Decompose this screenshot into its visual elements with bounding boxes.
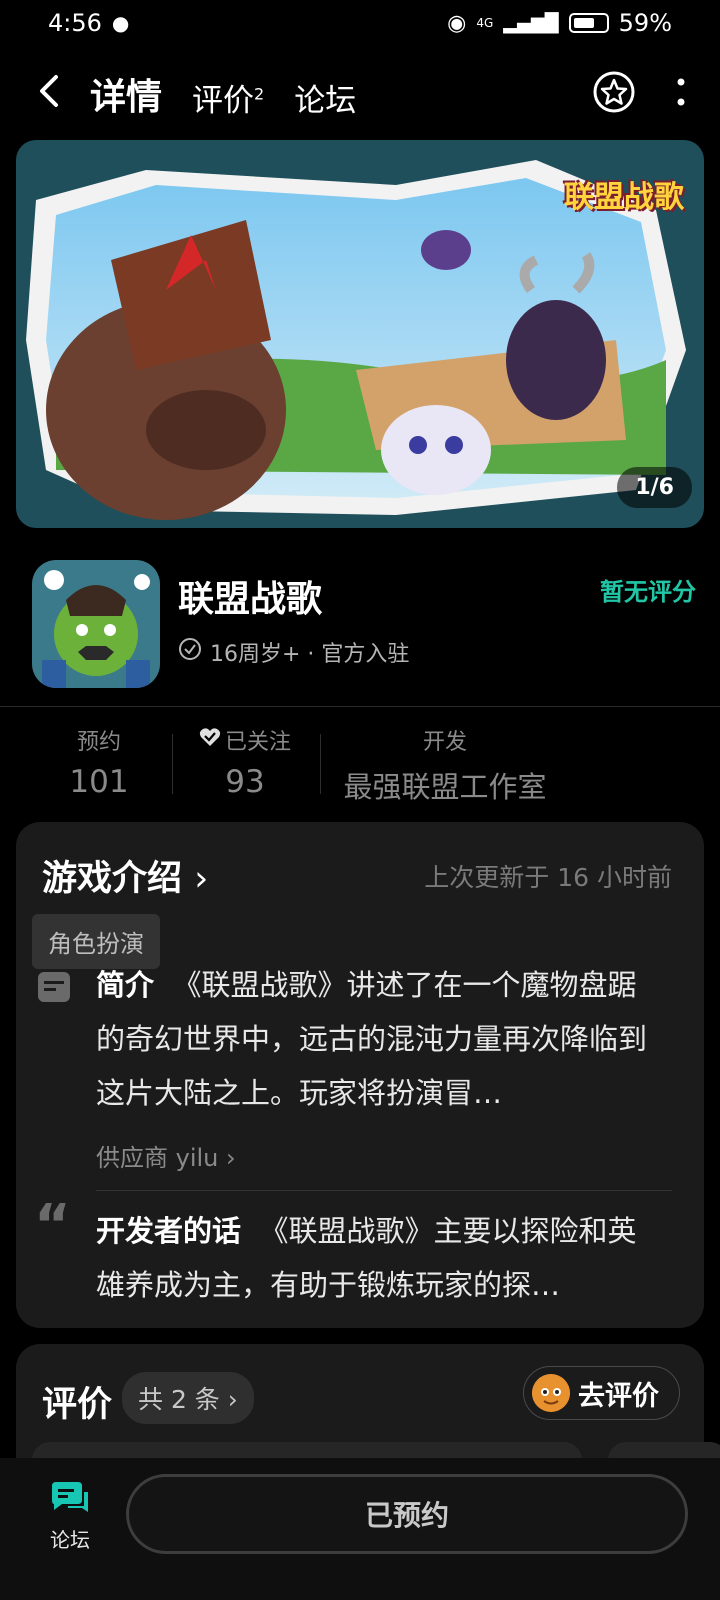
summary-text: 《联盟战歌》讲述了在一个魔物盘踞的奇幻世界中，远古的混沌力量再次降临到这片大陆之…	[96, 968, 648, 1110]
quote-icon: “	[34, 1193, 71, 1258]
status-bar: 4:56 ● ◉ 4G ▂▄▆█ 59%	[0, 0, 720, 46]
stat-value: 93	[225, 764, 265, 800]
network-label: 4G	[476, 16, 494, 30]
stat-developer[interactable]: 开发 最强联盟工作室	[330, 724, 560, 806]
stat-label: 开发	[422, 730, 467, 755]
forum-chat-icon	[48, 1478, 92, 1518]
tab-forum[interactable]: 论坛	[294, 75, 356, 120]
stat-label-row: 已关注	[195, 724, 295, 756]
battery-icon	[568, 13, 609, 33]
rating-label: 暂无评分	[600, 578, 696, 606]
favorite-star-icon[interactable]	[592, 70, 636, 118]
chevron-right-icon: ›	[194, 859, 209, 899]
divider	[96, 1190, 672, 1191]
tab-reviews-label: 评价	[192, 83, 255, 119]
forum-button[interactable]: 论坛	[40, 1478, 100, 1553]
developer-note-paragraph[interactable]: 开发者的话 《联盟战歌》主要以探险和英雄养成为主，有助于锻炼玩家的探…	[96, 1204, 656, 1312]
battery-percent: 59%	[618, 9, 672, 37]
heart-check-icon	[199, 727, 221, 753]
divider	[0, 706, 720, 707]
reserved-button[interactable]: 已预约	[126, 1474, 688, 1554]
stat-label: 已关注	[224, 730, 291, 755]
wechat-icon: ●	[111, 11, 130, 35]
summary-icon	[36, 970, 72, 1006]
supplier-link[interactable]: 供应商 yilu ›	[96, 1138, 236, 1173]
status-time: 4:56	[48, 9, 102, 37]
game-logo: 联盟战歌	[564, 180, 684, 215]
review-count-link[interactable]: 共 2 条 ›	[122, 1372, 254, 1424]
top-navigation: 详情 评价2 论坛	[0, 60, 720, 128]
age-rating-text: 16周岁+ · 官方入驻	[210, 642, 410, 667]
game-app-icon	[32, 560, 160, 688]
chevron-right-icon: ›	[227, 1385, 238, 1414]
bottom-action-bar: 论坛 已预约	[0, 1458, 720, 1600]
avatar	[532, 1374, 570, 1412]
developer-note-label: 开发者的话	[96, 1214, 242, 1248]
game-meta: 16周岁+ · 官方入驻	[178, 636, 409, 668]
game-intro-card: 游戏介绍 › 上次更新于 16 小时前 角色扮演 简介 《联盟战歌》讲述了在一个…	[16, 822, 704, 1328]
carousel-pager: 1/6	[617, 467, 692, 508]
screenshot-carousel[interactable]: 联盟战歌 1/6	[16, 140, 704, 528]
intro-title: 游戏介绍	[42, 859, 183, 899]
review-count: 共 2 条	[138, 1385, 220, 1414]
summary-label: 简介	[96, 968, 155, 1002]
eye-icon: ◉	[447, 10, 467, 36]
chevron-right-icon: ›	[226, 1144, 236, 1172]
game-header: 联盟战歌 16周岁+ · 官方入驻 暂无评分	[32, 560, 696, 690]
supplier-text: 供应商 yilu	[96, 1144, 219, 1172]
last-updated: 上次更新于 16 小时前	[424, 863, 672, 892]
stat-label: 预约	[76, 730, 121, 755]
tab-reviews[interactable]: 评价2	[192, 75, 264, 120]
more-menu-icon[interactable]	[676, 76, 686, 113]
write-review-label: 去评价	[578, 1380, 659, 1412]
verified-check-icon	[178, 637, 202, 667]
tab-details[interactable]: 详情	[85, 68, 167, 122]
back-icon[interactable]	[34, 73, 74, 116]
summary-paragraph[interactable]: 简介 《联盟战歌》讲述了在一个魔物盘踞的奇幻世界中，远古的混沌力量再次降临到这片…	[96, 958, 656, 1120]
stat-separator	[320, 734, 321, 794]
signal-icon: ▂▄▆█	[503, 12, 559, 34]
stat-separator	[172, 734, 173, 794]
stats-row: 预约 101 已关注 93 开发 最强联盟工作室	[0, 724, 720, 804]
stat-followers[interactable]: 已关注 93	[195, 724, 295, 800]
tab-bar: 详情 评价2 论坛	[85, 68, 356, 122]
review-title: 评价	[42, 1385, 113, 1425]
stat-value: 101	[69, 764, 129, 800]
intro-title-link[interactable]: 游戏介绍 ›	[42, 850, 208, 901]
game-title: 联盟战歌	[178, 579, 323, 620]
write-review-button[interactable]: 去评价	[523, 1366, 680, 1420]
developer-name: 最强联盟工作室	[343, 770, 547, 804]
forum-label: 论坛	[50, 1528, 90, 1552]
tab-reviews-badge: 2	[254, 84, 265, 104]
stat-reservations: 预约 101	[64, 724, 134, 800]
